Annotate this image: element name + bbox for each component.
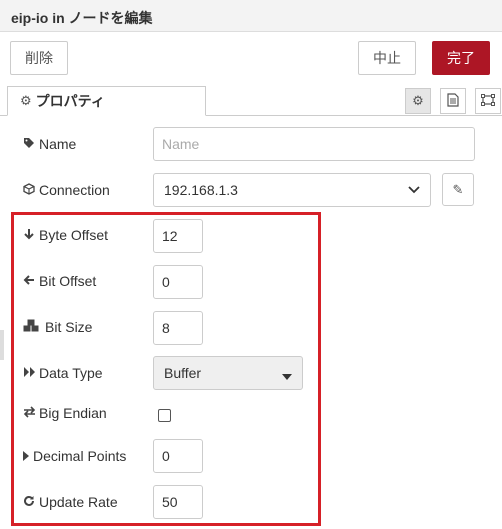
arrow-down-icon	[23, 228, 39, 243]
update-rate-label-row: Update Rate	[23, 492, 118, 512]
connection-select[interactable]: 192.168.1.3	[153, 173, 431, 207]
delete-button[interactable]: 削除	[10, 41, 68, 75]
big-endian-label: Big Endian	[39, 405, 107, 421]
panel-edge	[0, 330, 4, 360]
tag-icon	[23, 137, 39, 152]
description-icon	[447, 92, 459, 110]
cubes-icon	[23, 319, 45, 335]
exchange-icon	[23, 405, 39, 421]
bit-offset-label-row: Bit Offset	[23, 271, 96, 291]
update-rate-input[interactable]: 50	[153, 485, 203, 519]
update-rate-label: Update Rate	[39, 494, 118, 510]
name-label: Name	[39, 136, 77, 152]
bit-size-label-row: Bit Size	[23, 317, 92, 337]
arrow-left-icon	[23, 274, 39, 289]
properties-tab-button[interactable]: ⚙	[405, 88, 431, 114]
byte-offset-label: Byte Offset	[39, 227, 108, 243]
appearance-tab-button[interactable]	[475, 88, 501, 114]
bit-size-label: Bit Size	[45, 319, 93, 335]
refresh-icon	[23, 495, 39, 510]
bit-size-input[interactable]: 8	[153, 311, 203, 345]
big-endian-checkbox[interactable]	[158, 409, 171, 422]
appearance-icon	[481, 93, 495, 109]
bit-offset-input[interactable]: 0	[153, 265, 203, 299]
connection-value: 192.168.1.3	[164, 182, 238, 198]
tab-properties[interactable]: ⚙ プロパティ	[7, 86, 206, 116]
data-type-label-row: Data Type	[23, 363, 103, 383]
pencil-icon: ✎	[452, 181, 464, 197]
done-button[interactable]: 完了	[432, 41, 490, 75]
decimal-points-label: Decimal Points	[33, 448, 127, 464]
decimal-points-label-row: Decimal Points	[23, 446, 126, 466]
byte-offset-input[interactable]: 12	[153, 219, 203, 253]
big-endian-label-row: Big Endian	[23, 403, 107, 423]
connection-label-row: Connection	[23, 180, 110, 200]
bit-offset-label: Bit Offset	[39, 273, 97, 289]
edit-connection-button[interactable]: ✎	[442, 173, 474, 206]
cancel-button[interactable]: 中止	[358, 41, 416, 75]
connection-label: Connection	[39, 182, 110, 198]
data-type-label: Data Type	[39, 365, 103, 381]
name-input[interactable]: Name	[153, 127, 475, 161]
dialog-header: eip-io in ノードを編集	[0, 0, 502, 32]
gear-icon: ⚙	[412, 93, 424, 108]
byte-offset-label-row: Byte Offset	[23, 225, 108, 245]
decimal-points-input[interactable]: 0	[153, 439, 203, 473]
description-tab-button[interactable]	[440, 88, 466, 114]
chevron-down-icon	[408, 185, 420, 197]
data-type-select[interactable]: Buffer	[153, 356, 303, 390]
dialog-title: eip-io in ノードを編集	[11, 10, 153, 26]
cube-icon	[23, 182, 39, 198]
fast-forward-icon	[23, 366, 39, 381]
caret-right-icon	[23, 449, 33, 464]
caret-down-icon	[282, 371, 292, 383]
name-label-row: Name	[23, 134, 76, 154]
data-type-value: Buffer	[164, 365, 202, 381]
gear-icon: ⚙	[20, 93, 32, 108]
tab-properties-label: プロパティ	[35, 93, 105, 109]
